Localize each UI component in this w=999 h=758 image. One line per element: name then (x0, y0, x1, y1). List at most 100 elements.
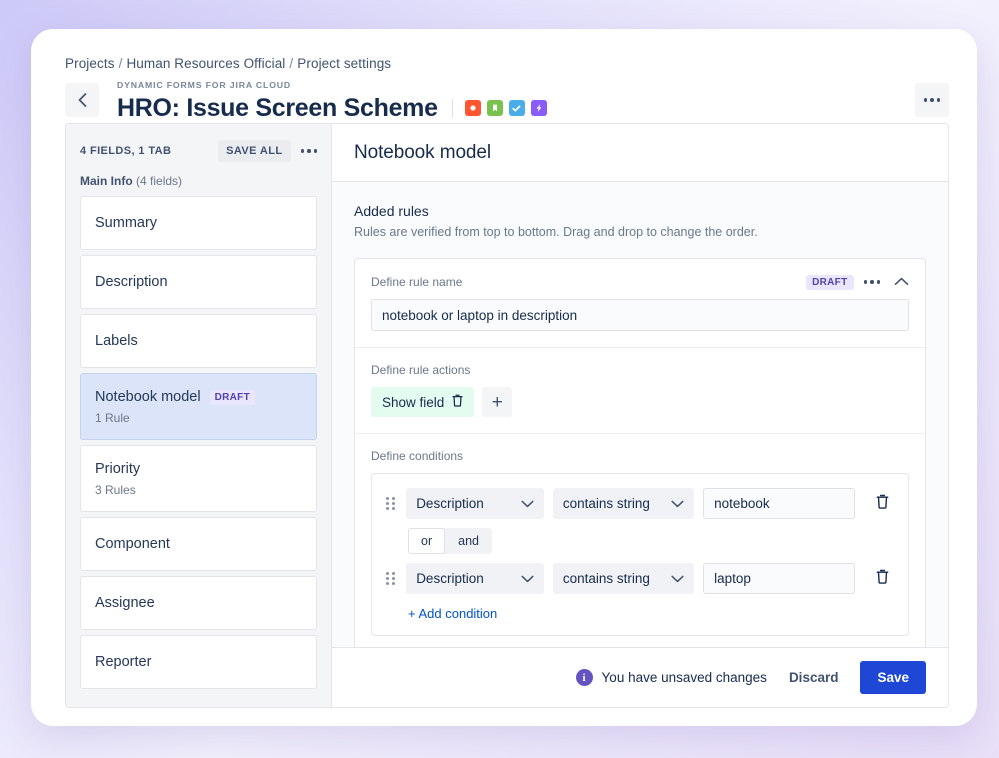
app-card: Projects / Human Resources Official / Projec… (31, 29, 977, 726)
sidebar-item-reporter[interactable]: Reporter (80, 635, 317, 689)
app-eyebrow-label: DYNAMIC FORMS FOR JIRA CLOUD (117, 80, 292, 90)
breadcrumb-item-project[interactable]: Human Resources Official (126, 56, 285, 71)
chevron-down-icon (521, 575, 534, 583)
unsaved-changes-text: You have unsaved changes (601, 670, 767, 685)
sidebar-count-label: 4 FIELDS, 1 TAB (80, 145, 172, 157)
issue-type-icon-list (464, 100, 547, 116)
action-chip-show-field[interactable]: Show field (371, 387, 475, 417)
more-dot (870, 280, 874, 284)
added-rules-subtitle: Rules are verified from top to bottom. D… (354, 225, 758, 239)
sidebar-group-count: (4 fields) (136, 174, 183, 188)
delete-condition-button[interactable] (870, 491, 894, 517)
fields-sidebar: 4 FIELDS, 1 TAB SAVE ALL Main Info (4 fi… (66, 124, 332, 707)
sidebar-item-notebook-model[interactable]: Notebook model DRAFT 1 Rule (80, 373, 317, 440)
drag-handle-icon[interactable] (386, 571, 395, 587)
sidebar-item-label: Summary (95, 215, 158, 231)
body-split: 4 FIELDS, 1 TAB SAVE ALL Main Info (4 fi… (65, 123, 949, 708)
sidebar-field-list: Summary Description Labels Notebook mode… (66, 196, 331, 707)
sidebar-item-assignee[interactable]: Assignee (80, 576, 317, 630)
drag-handle-icon[interactable] (386, 496, 395, 512)
sidebar-item-label: Labels (95, 333, 138, 349)
sidebar-item-description[interactable]: Description (80, 255, 317, 309)
breadcrumb-separator: / (289, 56, 294, 71)
joiner-option-or[interactable]: or (408, 528, 446, 554)
condition-row: Description contains string (386, 563, 894, 594)
rule-name-input[interactable] (371, 299, 909, 331)
rule-name-label: Define rule name (371, 275, 463, 289)
rule-more-menu-button[interactable] (863, 280, 880, 284)
main-scroll-area[interactable]: Added rules Rules are verified from top … (332, 182, 948, 707)
unsaved-changes-message: i You have unsaved changes (575, 669, 767, 686)
condition-value-input[interactable] (703, 488, 856, 519)
breadcrumb-item-settings[interactable]: Project settings (297, 56, 391, 71)
unsaved-changes-footer: i You have unsaved changes Discard Save (332, 647, 948, 707)
title-block: DYNAMIC FORMS FOR JIRA CLOUD HRO: Issue … (117, 78, 547, 123)
sidebar-group-header: Main Info (4 fields) (66, 172, 331, 196)
condition-operator-value: contains string (562, 496, 650, 511)
bug-icon[interactable] (464, 100, 481, 116)
more-dot (936, 98, 941, 102)
condition-operator-select[interactable]: contains string (552, 563, 695, 594)
condition-field-value: Description (416, 571, 484, 586)
sidebar-item-label: Description (95, 274, 168, 290)
more-dot (863, 280, 867, 284)
rule-name-section: Define rule name DRAFT (355, 259, 925, 348)
epic-icon[interactable] (530, 100, 547, 116)
breadcrumb-item-projects[interactable]: Projects (65, 56, 115, 71)
more-dot (930, 98, 934, 102)
condition-field-select[interactable]: Description (406, 488, 544, 519)
story-icon[interactable] (486, 100, 503, 116)
breadcrumb-separator: / (118, 56, 123, 71)
action-chip-label: Show field (382, 394, 445, 410)
condition-operator-value: contains string (562, 571, 650, 586)
task-icon[interactable] (508, 100, 525, 116)
info-icon: i (575, 669, 593, 686)
sidebar-header: 4 FIELDS, 1 TAB SAVE ALL (66, 124, 331, 172)
chevron-down-icon (521, 500, 534, 508)
rule-card: Define rule name DRAFT notebook or lapto… (354, 258, 926, 699)
more-dot (307, 149, 311, 153)
trash-icon[interactable] (452, 394, 463, 410)
page-more-menu-button[interactable] (915, 83, 949, 117)
sidebar-item-label: Reporter (95, 654, 152, 670)
sidebar-item-priority[interactable]: Priority 3 Rules (80, 445, 317, 512)
trash-icon (876, 569, 889, 589)
trash-icon (876, 494, 889, 514)
sidebar-group-name: Main Info (80, 174, 133, 188)
discard-button[interactable]: Discard (785, 664, 843, 691)
rule-collapse-button[interactable] (894, 273, 909, 291)
rule-status-badge: DRAFT (806, 274, 854, 290)
page-title: HRO: Issue Screen Scheme (117, 94, 438, 122)
more-dot (313, 149, 317, 153)
condition-joiner-toggle[interactable]: or and (408, 528, 492, 554)
chevron-up-icon (894, 273, 909, 291)
sidebar-item-summary[interactable]: Summary (80, 196, 317, 250)
sidebar-item-label: Component (95, 536, 170, 552)
status-badge: DRAFT (209, 389, 255, 405)
more-dot (923, 98, 928, 102)
sidebar-item-labels[interactable]: Labels (80, 314, 317, 368)
rule-actions-section: Define rule actions Show field + (355, 348, 925, 434)
sidebar-item-label: Assignee (95, 595, 155, 611)
condition-field-value: Description (416, 496, 484, 511)
sidebar-more-menu-button[interactable] (299, 145, 320, 157)
sidebar-item-component[interactable]: Component (80, 517, 317, 571)
condition-field-select[interactable]: Description (406, 563, 544, 594)
condition-operator-select[interactable]: contains string (552, 488, 695, 519)
rule-actions-label: Define rule actions (371, 363, 471, 377)
add-action-button[interactable]: + (482, 387, 513, 417)
main-title: Notebook model (354, 142, 491, 163)
save-all-button[interactable]: SAVE ALL (218, 140, 291, 162)
title-divider (451, 98, 453, 118)
add-condition-link[interactable]: + Add condition (408, 606, 497, 621)
sidebar-item-label: Notebook model (95, 389, 201, 405)
joiner-option-and[interactable]: and (445, 528, 492, 554)
added-rules-title: Added rules (354, 203, 429, 219)
breadcrumb: Projects / Human Resources Official / Projec… (65, 56, 391, 71)
save-button[interactable]: Save (860, 661, 926, 694)
condition-value-input[interactable] (703, 563, 856, 594)
back-button[interactable] (65, 83, 99, 117)
more-dot (876, 280, 880, 284)
more-dot (300, 149, 304, 153)
delete-condition-button[interactable] (870, 566, 894, 592)
